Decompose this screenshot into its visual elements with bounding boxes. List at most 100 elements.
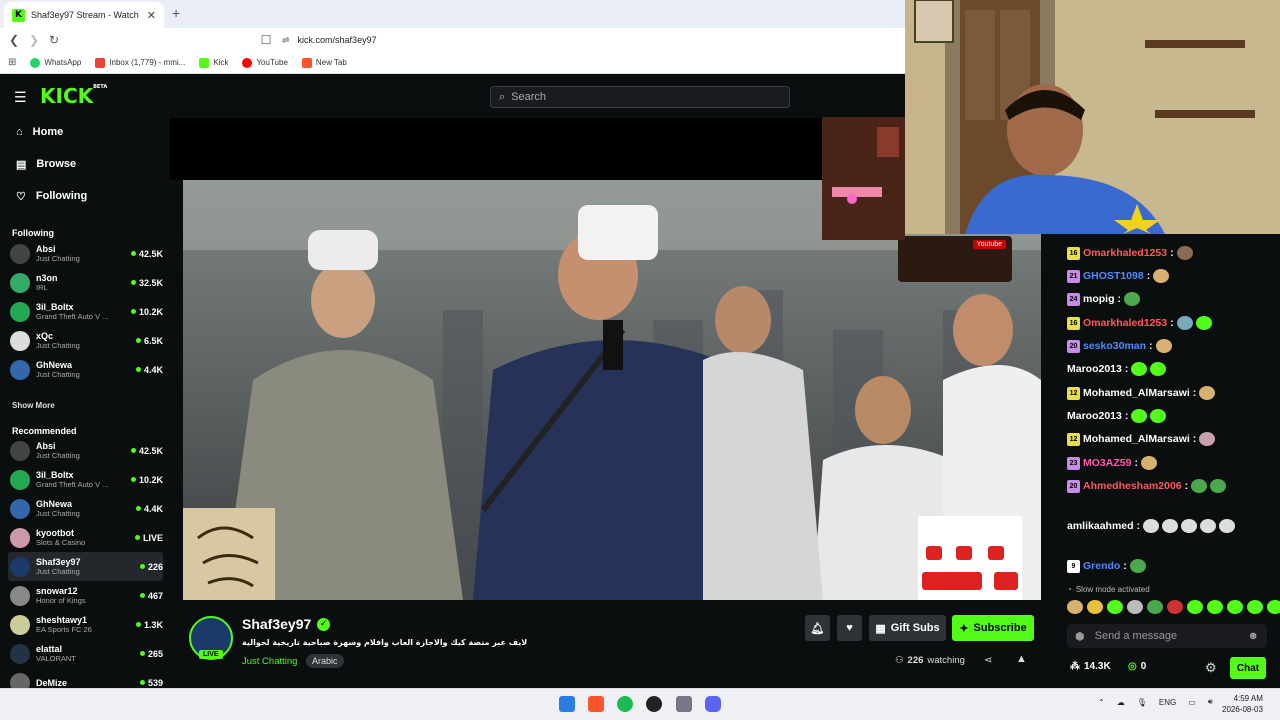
share-icon[interactable]: ⋖: [984, 655, 992, 666]
sidebar-channel-row[interactable]: xQc Just Chatting 6.5K: [8, 326, 163, 355]
chat-username[interactable]: Grendo: [1083, 560, 1120, 572]
channel-name: n3on: [36, 273, 58, 283]
bookmark-icon[interactable]: ☐: [256, 33, 276, 47]
chat-username[interactable]: Maroo2013: [1067, 410, 1122, 422]
chat-input[interactable]: ⬢ Send a message ☻: [1067, 624, 1267, 648]
nav-browse[interactable]: ▤ Browse: [0, 150, 170, 178]
quick-emote-icon[interactable]: [1247, 600, 1263, 614]
site-info-icon[interactable]: ⇌: [282, 35, 290, 46]
language-tag[interactable]: Arabic: [306, 654, 344, 668]
tray-chevron-icon[interactable]: ⌃: [1098, 698, 1105, 707]
settings-taskbar-icon[interactable]: [676, 696, 692, 712]
emoji-icon[interactable]: ☻: [1247, 630, 1259, 642]
sidebar-channel-row[interactable]: elattal VALORANT 265: [8, 639, 163, 668]
notification-button[interactable]: 🔔︎: [805, 615, 830, 641]
mic-icon[interactable]: 🎙︎: [1137, 698, 1147, 707]
search-input[interactable]: ⌕ Search: [490, 86, 790, 108]
taskbar-clock[interactable]: 4:59 AM 2026-08-03: [1222, 693, 1263, 715]
report-icon[interactable]: ▲: [1016, 653, 1027, 665]
obs-icon[interactable]: [646, 696, 662, 712]
sidebar-channel-row[interactable]: Absi Just Chatting 42.5K: [8, 436, 163, 465]
bookmark-gmail[interactable]: Inbox (1,779) - mmi...: [95, 57, 185, 68]
quick-emote-icon[interactable]: [1167, 600, 1183, 614]
channel-info: sheshtawy1 EA Sports FC 26: [36, 615, 130, 634]
quick-emote-icon[interactable]: [1067, 600, 1083, 614]
quick-emote-icon[interactable]: [1187, 600, 1203, 614]
gift-subs-button[interactable]: ▦ Gift Subs: [869, 615, 946, 641]
sidebar-channel-row[interactable]: sheshtawy1 EA Sports FC 26 1.3K: [8, 610, 163, 639]
chat-username[interactable]: amlikaahmed: [1067, 520, 1134, 532]
brave-taskbar-icon[interactable]: [588, 696, 604, 712]
channel-name: DeMize: [36, 677, 68, 688]
subscribe-button[interactable]: ✦ Subscribe: [952, 615, 1034, 641]
bookmark-youtube[interactable]: YouTube: [242, 57, 288, 68]
nav-following[interactable]: ♡ Following: [0, 182, 170, 210]
quick-emote-icon[interactable]: [1107, 600, 1123, 614]
sidebar-channel-row[interactable]: GhNewa Just Chatting 4.4K: [8, 494, 163, 523]
network-icon[interactable]: ▭: [1188, 698, 1196, 707]
quick-emote-icon[interactable]: [1267, 600, 1280, 614]
nav-home[interactable]: ⌂ Home: [0, 118, 170, 146]
follow-button[interactable]: ♥: [837, 615, 862, 641]
browser-tab[interactable]: K Shaf3ey97 Stream - Watch Li ✕: [4, 2, 164, 28]
sidebar-channel-row[interactable]: GhNewa Just Chatting 4.4K: [8, 355, 163, 384]
show-more-link[interactable]: Show More: [12, 401, 55, 410]
sidebar-channel-row[interactable]: 3il_Boltx Grand Theft Auto V ... 10.2K: [8, 297, 163, 326]
quick-emote-icon[interactable]: [1127, 600, 1143, 614]
quick-emote-icon[interactable]: [1207, 600, 1223, 614]
category-link[interactable]: Just Chatting: [242, 656, 297, 667]
viewer-count: 32.5K: [130, 278, 163, 288]
channel-name[interactable]: Shaf3ey97 ✓: [242, 616, 331, 632]
reload-icon[interactable]: ↻: [44, 33, 64, 47]
kick-logo[interactable]: KICKBETA: [40, 84, 107, 108]
sidebar-channel-row[interactable]: Absi Just Chatting 42.5K: [8, 239, 163, 268]
quick-emote-icon[interactable]: [1087, 600, 1103, 614]
recommended-heading: Recommended: [12, 426, 77, 436]
discord-icon[interactable]: [705, 696, 721, 712]
bookmark-whatsapp[interactable]: WhatsApp: [30, 57, 81, 68]
cloud-icon[interactable]: ☁: [1117, 698, 1125, 707]
forward-icon[interactable]: ❯: [24, 33, 44, 47]
quick-emote-icon[interactable]: [1147, 600, 1163, 614]
back-icon[interactable]: ❮: [4, 33, 24, 47]
streamer-webcam: [905, 0, 1280, 234]
emote-icon: [1131, 409, 1148, 423]
url-field[interactable]: ⇌ kick.com/shaf3ey97: [282, 30, 902, 50]
chat-message: 23 MO3AZ59:: [1067, 456, 1267, 470]
chat-username[interactable]: Maroo2013: [1067, 363, 1122, 375]
brave-icon: [301, 57, 312, 68]
chat-username[interactable]: Mohamed_AlMarsawi: [1083, 433, 1190, 445]
chat-username[interactable]: MO3AZ59: [1083, 457, 1131, 469]
chat-username[interactable]: Omarkhaled1253: [1083, 317, 1167, 329]
calligraphy-overlay: [183, 508, 275, 600]
quick-emote-icon[interactable]: [1227, 600, 1243, 614]
language-indicator[interactable]: ENG: [1159, 698, 1176, 707]
chat-settings-icon[interactable]: ⚙: [1205, 660, 1217, 676]
apps-grid-icon[interactable]: ⊞: [8, 57, 16, 68]
menu-icon[interactable]: ☰: [14, 89, 27, 106]
sidebar-channel-row[interactable]: 3il_Boltx Grand Theft Auto V ... 10.2K: [8, 465, 163, 494]
channel-avatar-icon: [10, 301, 30, 322]
channel-points[interactable]: ◎ 0: [1128, 661, 1146, 672]
chat-username[interactable]: Ahmedhesham2006: [1083, 480, 1182, 492]
chat-username[interactable]: GHOST1098: [1083, 270, 1144, 282]
sidebar-channel-row[interactable]: n3on IRL 32.5K: [8, 268, 163, 297]
chat-username[interactable]: Omarkhaled1253: [1083, 247, 1167, 259]
chat-username[interactable]: mopig: [1083, 293, 1115, 305]
chat-send-button[interactable]: Chat: [1230, 657, 1266, 679]
viewer-count: 539: [139, 678, 163, 688]
volume-icon[interactable]: 🔊︎: [1208, 697, 1213, 707]
close-tab-icon[interactable]: ✕: [147, 9, 156, 22]
kicks-icon: ⁂: [1070, 661, 1080, 672]
kicks-balance[interactable]: ⁂ 14.3K: [1070, 661, 1111, 672]
bookmark-kick[interactable]: Kick: [199, 57, 228, 68]
spotify-icon[interactable]: [617, 696, 633, 712]
chat-username[interactable]: sesko30man: [1083, 340, 1146, 352]
chat-username[interactable]: Mohamed_AlMarsawi: [1083, 387, 1190, 399]
bookmark-new-tab[interactable]: New Tab: [301, 57, 347, 68]
new-tab-icon[interactable]: +: [172, 5, 180, 21]
sidebar-channel-row[interactable]: Shaf3ey97 Just Chatting 226: [8, 552, 163, 581]
sidebar-channel-row[interactable]: snowar12 Honor of Kings 467: [8, 581, 163, 610]
sidebar-channel-row[interactable]: kyootbot Slots & Casino LIVE: [8, 523, 163, 552]
start-icon[interactable]: [559, 696, 575, 712]
